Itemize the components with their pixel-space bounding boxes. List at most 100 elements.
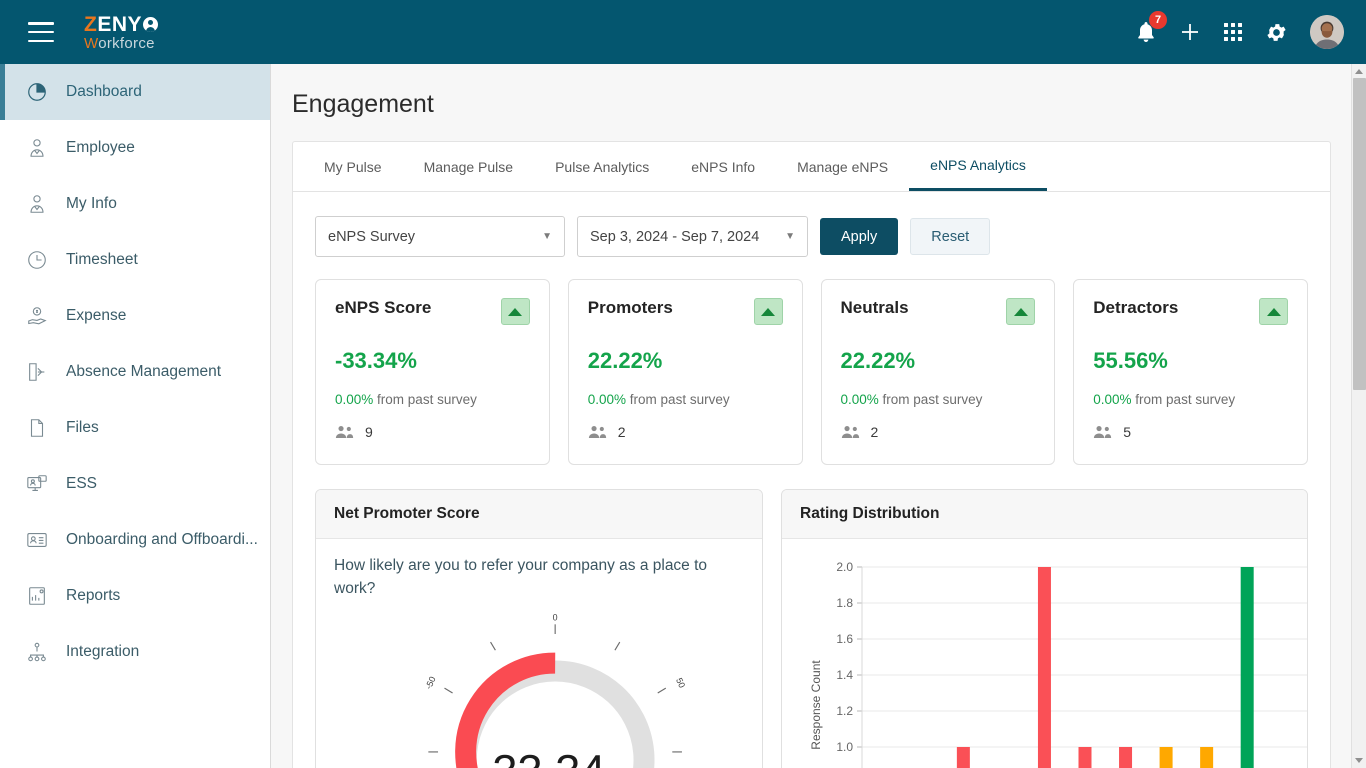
tab-enps-analytics[interactable]: eNPS Analytics [909, 142, 1047, 191]
date-range-select[interactable]: Sep 3, 2024 - Sep 7, 2024 ▼ [577, 216, 808, 257]
arrow-up-icon [761, 307, 775, 316]
bar-2[interactable] [956, 747, 970, 768]
stat-card-delta-text: from past survey [377, 392, 477, 407]
stat-card-delta-text: from past survey [882, 392, 983, 407]
stat-card-delta: 0.00% from past survey [588, 392, 783, 407]
sidebar-item-employee[interactable]: Employee [0, 120, 270, 176]
filter-bar: eNPS Survey ▼ Sep 3, 2024 - Sep 7, 2024 … [293, 192, 1330, 257]
scrollbar-thumb[interactable] [1353, 78, 1366, 390]
sidebar-item-label: My Info [66, 195, 117, 212]
page-scrollbar[interactable] [1351, 64, 1366, 768]
scroll-up-arrow-icon[interactable] [1355, 69, 1363, 74]
notification-count-badge: 7 [1149, 11, 1167, 29]
tab-manage-enps[interactable]: Manage eNPS [776, 142, 909, 191]
sidebar-item-integration[interactable]: Integration [0, 624, 270, 680]
stat-card-respondents: 2 [841, 424, 1036, 440]
stat-card-title: eNPS Score [335, 298, 432, 317]
rating-card-body: Response Count 0.81.01.21.41.61.82.0 [782, 539, 1307, 768]
trend-up-badge [500, 298, 530, 325]
pie-chart-icon [26, 81, 52, 103]
id-card-icon [26, 529, 52, 551]
stat-card-delta-pct: 0.00% [587, 392, 627, 407]
gear-settings-icon[interactable] [1265, 21, 1288, 44]
trend-up-badge [1259, 298, 1288, 325]
sidebar-item-label: Timesheet [66, 251, 138, 268]
sidebar-item-timesheet[interactable]: Timesheet [0, 232, 270, 288]
sidebar-item-label: Expense [66, 307, 127, 324]
arrow-up-icon [1266, 307, 1281, 316]
trend-up-badge [1006, 298, 1036, 325]
sidebar-item-label: Files [66, 419, 99, 436]
bar-7[interactable] [1159, 747, 1173, 768]
stat-card-header: Promoters [588, 298, 783, 325]
scroll-down-arrow-icon[interactable] [1355, 758, 1363, 763]
employee-icon [26, 137, 52, 159]
nps-card-title: Net Promoter Score [316, 490, 762, 539]
bar-5[interactable] [1078, 747, 1092, 768]
stat-card-delta-pct: 0.00% [840, 392, 879, 407]
people-icon [841, 425, 860, 439]
user-avatar[interactable] [1310, 15, 1344, 49]
stat-card-promoters: Promoters 22.22% 0.00% from past survey [567, 279, 803, 465]
stat-card-header: eNPS Score [335, 298, 530, 325]
y-axis-label: Response Count [809, 660, 823, 750]
sidebar-item-files[interactable]: Files [0, 400, 270, 456]
tab-manage-pulse[interactable]: Manage Pulse [403, 142, 535, 191]
sidebar-item-ess[interactable]: ESS [0, 456, 270, 512]
stat-card-detractors: Detractors 55.56% 0.00% from past survey [1073, 279, 1308, 465]
sidebar-item-onboarding-offboarding[interactable]: Onboarding and Offboardi... [0, 512, 270, 568]
tab-my-pulse[interactable]: My Pulse [303, 142, 403, 191]
door-exit-icon [26, 361, 52, 383]
sidebar-item-expense[interactable]: Expense [0, 288, 270, 344]
add-plus-icon[interactable] [1179, 21, 1201, 43]
chevron-down-icon: ▼ [542, 231, 552, 242]
app-logo[interactable]: Z ENY Workforce [84, 14, 159, 52]
stat-card-value: 22.22% [840, 348, 916, 373]
bar-6[interactable] [1119, 747, 1133, 768]
engagement-panel: My Pulse Manage Pulse Pulse Analytics eN… [292, 141, 1331, 768]
bar-4[interactable] [1037, 567, 1051, 768]
stat-cards-row: eNPS Score -33.34% 0.00% from past surve… [293, 257, 1330, 465]
sidebar-item-my-info[interactable]: My Info [0, 176, 270, 232]
trend-up-badge [753, 298, 783, 325]
people-icon [1093, 425, 1112, 439]
svg-text:50: 50 [674, 676, 687, 689]
svg-text:0: 0 [553, 613, 558, 622]
tab-enps-info[interactable]: eNPS Info [670, 142, 776, 191]
date-range-value: Sep 3, 2024 - Sep 7, 2024 [590, 228, 760, 245]
rating-distribution-card: Rating Distribution Response Count 0.81.… [781, 489, 1308, 768]
bar-9[interactable] [1240, 567, 1254, 768]
tab-pulse-analytics[interactable]: Pulse Analytics [534, 142, 670, 191]
apply-button[interactable]: Apply [820, 218, 899, 255]
sidebar-item-label: Absence Management [66, 363, 222, 380]
apps-grid-icon[interactable] [1223, 22, 1243, 42]
stat-card-title: Neutrals [840, 298, 909, 317]
stat-card-neutrals: Neutrals 22.22% 0.00% from past survey 2 [820, 279, 1056, 465]
stat-card-delta-pct: 0.00% [1093, 392, 1132, 407]
stat-card-count: 9 [365, 424, 373, 440]
chevron-down-icon: ▼ [785, 231, 795, 242]
sidebar-item-absence-management[interactable]: Absence Management [0, 344, 270, 400]
stat-card-header: Neutrals [841, 298, 1036, 325]
stat-card-header: Detractors [1093, 298, 1288, 325]
arrow-up-icon [1013, 307, 1028, 316]
survey-select[interactable]: eNPS Survey ▼ [315, 216, 565, 257]
sidebar-item-dashboard[interactable]: Dashboard [0, 64, 270, 120]
sidebar-item-label: ESS [66, 475, 98, 492]
hamburger-menu-icon[interactable] [28, 22, 54, 42]
charts-row: Net Promoter Score How likely are you to… [293, 465, 1330, 768]
tab-bar: My Pulse Manage Pulse Pulse Analytics eN… [293, 142, 1330, 192]
notifications-bell-icon[interactable]: 7 [1135, 11, 1167, 44]
stat-card-delta: 0.00% from past survey [841, 392, 1036, 407]
logo-subtitle-w: W [84, 34, 99, 52]
report-icon [26, 585, 52, 607]
rating-distribution-chart: Response Count 0.81.01.21.41.61.82.0 [800, 555, 1307, 768]
bar-8[interactable] [1200, 747, 1214, 768]
stat-card-respondents: 2 [588, 424, 783, 440]
page-title: Engagement [292, 90, 434, 118]
top-header: Z ENY Workforce 7 [0, 0, 1366, 64]
sidebar-item-reports[interactable]: Reports [0, 568, 270, 624]
stat-card-count: 2 [617, 424, 626, 440]
reset-button[interactable]: Reset [910, 218, 991, 255]
logo-primary-text: Z ENY [84, 14, 159, 35]
